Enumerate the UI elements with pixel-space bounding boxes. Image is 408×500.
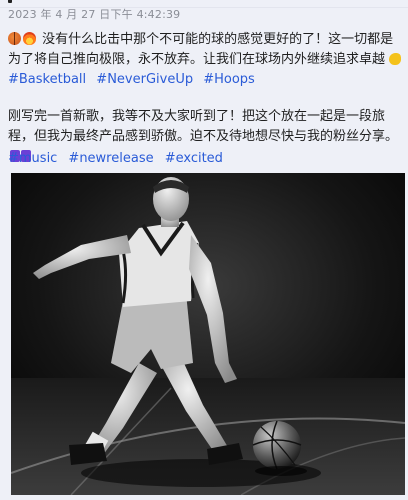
post-image[interactable]	[11, 173, 405, 495]
post-body: 没有什么比击中那个不可能的球的感觉更好的了！这一切都是为了将自己推向极限，永不放…	[8, 30, 403, 90]
hashtag-link[interactable]: #NeverGiveUp	[96, 72, 193, 87]
hashtag-link[interactable]: #newrelease	[68, 151, 153, 166]
post-timestamp: 2023 年 4 月 27 日下午 4:42:39	[8, 8, 181, 21]
post-text: 刚写完一首新歌，我等不及大家听到了！把这个放在一起是一段旅程，但我为最终产品感到…	[8, 109, 399, 144]
basketball-icon	[8, 32, 21, 45]
hashtag-link[interactable]: #excited	[165, 151, 223, 166]
hashtag-link[interactable]: #Basketball	[8, 72, 86, 87]
hashtag-link[interactable]: #music	[8, 151, 57, 166]
hashtag-list: #Basketball #NeverGiveUp #Hoops	[8, 70, 403, 90]
flexed-biceps-icon	[389, 53, 402, 65]
basketball-player-photo	[11, 173, 405, 495]
avatar-edge	[8, 0, 12, 3]
hashtag-list: #music #newrelease #excited	[8, 147, 229, 166]
hashtag-link[interactable]: #Hoops	[203, 72, 255, 87]
social-feed: 2023 年 4 月 27 日下午 4:42:39 没有什么比击中那个不可能的球…	[0, 0, 408, 500]
post-text: 没有什么比击中那个不可能的球的感觉更好的了！这一切都是为了将自己推向极限，永不放…	[8, 32, 394, 67]
fire-icon	[23, 32, 36, 45]
